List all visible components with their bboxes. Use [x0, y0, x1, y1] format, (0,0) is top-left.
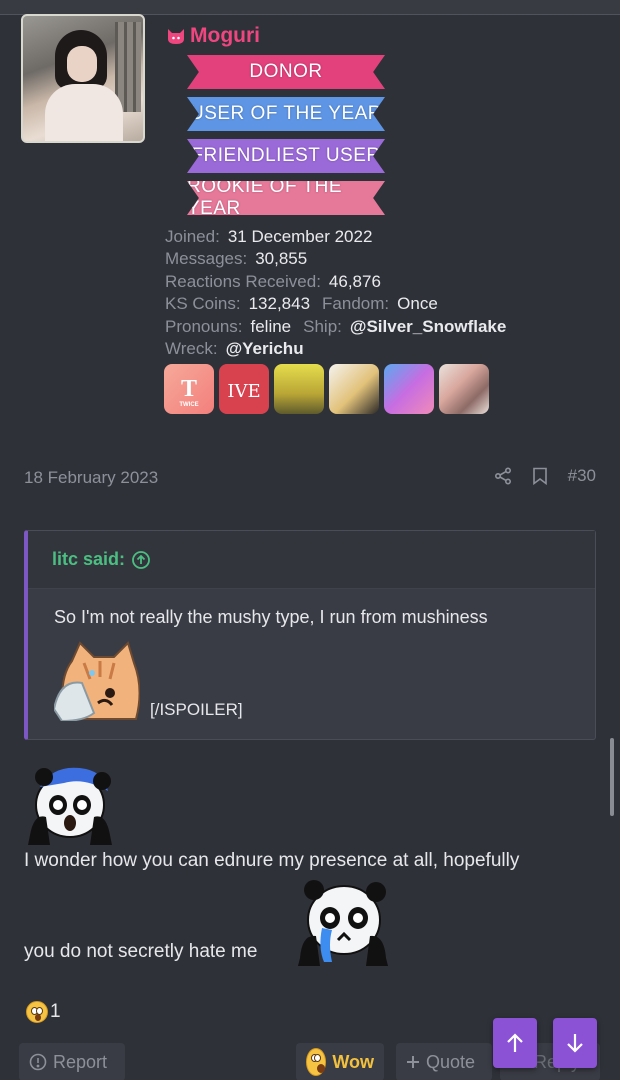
wow-label: Wow: [332, 1051, 374, 1072]
quote-label: Quote: [426, 1051, 476, 1072]
stat-messages: Messages: 30,855: [165, 249, 307, 269]
twice-logo-text: TWICE: [179, 402, 198, 408]
alert-circle-icon: [29, 1053, 47, 1071]
quote-author[interactable]: litc said:: [52, 549, 125, 570]
colorful-photo-badge[interactable]: [384, 364, 434, 414]
member-photo-badge[interactable]: [329, 364, 379, 414]
username-label: Moguri: [190, 24, 260, 47]
banner-donor: DONOR: [187, 55, 385, 89]
banner-rookie-of-the-year: ROOKIE OF THE YEAR: [187, 181, 385, 215]
post-meta-actions: #30: [494, 466, 596, 486]
fandom-label: Fandom:: [322, 294, 390, 313]
fandom-badges: .TTWICE IVE: [164, 364, 489, 414]
post-text-line-1: I wonder how you can ednure my presence …: [24, 850, 520, 871]
messages-label: Messages:: [165, 249, 248, 268]
quote-block: litc said: So I'm not really the mushy t…: [24, 530, 596, 740]
post-text-line-2: you do not secretly hate me: [24, 941, 258, 962]
twice-logo-badge[interactable]: .TTWICE: [164, 364, 214, 414]
share-icon[interactable]: [494, 467, 512, 485]
arrow-up-circle-icon[interactable]: [131, 550, 151, 570]
report-label: Report: [53, 1051, 108, 1072]
quote-header[interactable]: litc said:: [28, 531, 595, 589]
stat-coins-fandom: KS Coins: 132,843 Fandom: Once: [165, 294, 438, 314]
user-avatar[interactable]: [21, 14, 145, 143]
ive-logo-badge[interactable]: IVE: [219, 364, 269, 414]
joined-value: 31 December 2022: [227, 227, 373, 246]
coins-label: KS Coins:: [165, 294, 241, 313]
stat-joined: Joined: 31 December 2022: [165, 227, 372, 247]
fandom-value: Once: [397, 294, 438, 313]
portrait-photo-badge[interactable]: [439, 364, 489, 414]
reaction-summary[interactable]: 1: [26, 1001, 61, 1023]
username[interactable]: Moguri: [166, 24, 260, 48]
arrow-down-icon: [565, 1032, 585, 1054]
pronouns-value: feline: [250, 317, 292, 336]
spoiler-tag: [/ISPOILER]: [150, 700, 243, 719]
ship-mention[interactable]: @Silver_Snowflake: [350, 317, 506, 336]
scrollbar-thumb[interactable]: [610, 738, 614, 816]
ive-logo-text: IVE: [227, 381, 260, 402]
svg-text:T: T: [181, 376, 197, 402]
wreck-mention[interactable]: @Yerichu: [226, 339, 304, 358]
stat-wreck: Wreck: @Yerichu: [165, 339, 304, 359]
stat-reactions: Reactions Received: 46,876: [165, 272, 381, 292]
pronouns-label: Pronouns:: [165, 317, 243, 336]
cat-icon: [166, 27, 186, 45]
plus-icon: [406, 1055, 420, 1069]
joined-label: Joined:: [165, 227, 220, 246]
wow-emoji-icon: [26, 1001, 48, 1023]
ship-label: Ship:: [303, 317, 342, 336]
reactions-value: 46,876: [328, 272, 381, 291]
wow-emoji-icon: [306, 1048, 327, 1076]
wreck-label: Wreck:: [165, 339, 218, 358]
messages-value: 30,855: [255, 249, 308, 268]
crying-panda-sticker: [296, 878, 390, 966]
quote-text: So I'm not really the mushy type, I run …: [54, 607, 488, 627]
shocked-panda-sticker: [24, 765, 116, 845]
bookmark-icon[interactable]: [532, 467, 548, 485]
group-photo-badge[interactable]: [274, 364, 324, 414]
quote-button[interactable]: Quote: [396, 1043, 492, 1080]
post-number[interactable]: #30: [568, 466, 596, 486]
banner-user-of-the-year: USER OF THE YEAR: [187, 97, 385, 131]
banner-friendliest-user: FRIENDLIEST USER: [187, 139, 385, 173]
scroll-to-bottom-button[interactable]: [553, 1018, 597, 1068]
scroll-to-top-button[interactable]: [493, 1018, 537, 1068]
stat-pronouns-ship: Pronouns: feline Ship: @Silver_Snowflake: [165, 317, 506, 337]
crying-cat-sticker: [54, 639, 140, 721]
coins-value: 132,843: [248, 294, 311, 313]
post-date[interactable]: 18 February 2023: [24, 468, 158, 488]
reaction-count: 1: [50, 1001, 61, 1022]
report-button[interactable]: Report: [19, 1043, 125, 1080]
arrow-up-icon: [505, 1032, 525, 1054]
wow-reaction-button[interactable]: Wow: [296, 1043, 384, 1080]
reactions-label: Reactions Received:: [165, 272, 321, 291]
top-bar: [0, 0, 620, 15]
